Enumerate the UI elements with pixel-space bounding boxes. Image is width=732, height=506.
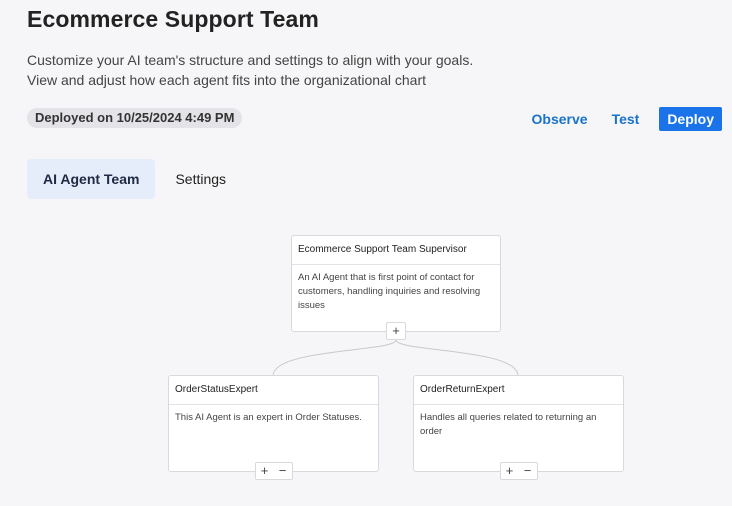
connector-supervisor-to-order-return <box>395 339 519 377</box>
agent-card-title: OrderReturnExpert <box>414 376 623 405</box>
deploy-button[interactable]: Deploy <box>659 107 722 131</box>
tab-ai-agent-team[interactable]: AI Agent Team <box>27 159 156 199</box>
page-description: Customize your AI team's structure and s… <box>27 50 473 90</box>
agent-card-title: OrderStatusExpert <box>169 376 378 405</box>
agent-card-controls: + <box>386 322 406 340</box>
collapse-agent-button[interactable]: − <box>519 463 537 479</box>
connector-supervisor-to-order-status <box>272 339 397 377</box>
agent-card-description: An AI Agent that is first point of conta… <box>298 272 481 311</box>
agent-card-description: This AI Agent is an expert in Order Stat… <box>175 412 362 423</box>
agent-card-order-return-expert[interactable]: OrderReturnExpert Handles all queries re… <box>413 375 624 480</box>
agent-card-title: Ecommerce Support Team Supervisor <box>292 236 500 265</box>
observe-button[interactable]: Observe <box>520 107 600 131</box>
collapse-agent-button[interactable]: − <box>274 463 292 479</box>
agent-card-controls: + − <box>254 462 293 480</box>
description-line-1: Customize your AI team's structure and s… <box>27 52 474 68</box>
page-title: Ecommerce Support Team <box>27 6 319 32</box>
tab-settings[interactable]: Settings <box>159 159 242 199</box>
agent-card-order-status-expert[interactable]: OrderStatusExpert This AI Agent is an ex… <box>168 375 379 480</box>
add-agent-button[interactable]: + <box>387 323 405 339</box>
agent-card-supervisor[interactable]: Ecommerce Support Team Supervisor An AI … <box>291 235 501 340</box>
test-button[interactable]: Test <box>600 107 652 131</box>
add-agent-button[interactable]: + <box>256 463 274 479</box>
agent-card-description: Handles all queries related to returning… <box>420 412 597 437</box>
tab-bar: AI Agent Team Settings <box>27 159 242 199</box>
agent-card-controls: + − <box>499 462 538 480</box>
top-actions: Observe Test Deploy <box>520 107 722 131</box>
description-line-2: View and adjust how each agent fits into… <box>27 72 426 88</box>
deploy-status-badge: Deployed on 10/25/2024 4:49 PM <box>27 108 243 128</box>
add-agent-button[interactable]: + <box>501 463 519 479</box>
